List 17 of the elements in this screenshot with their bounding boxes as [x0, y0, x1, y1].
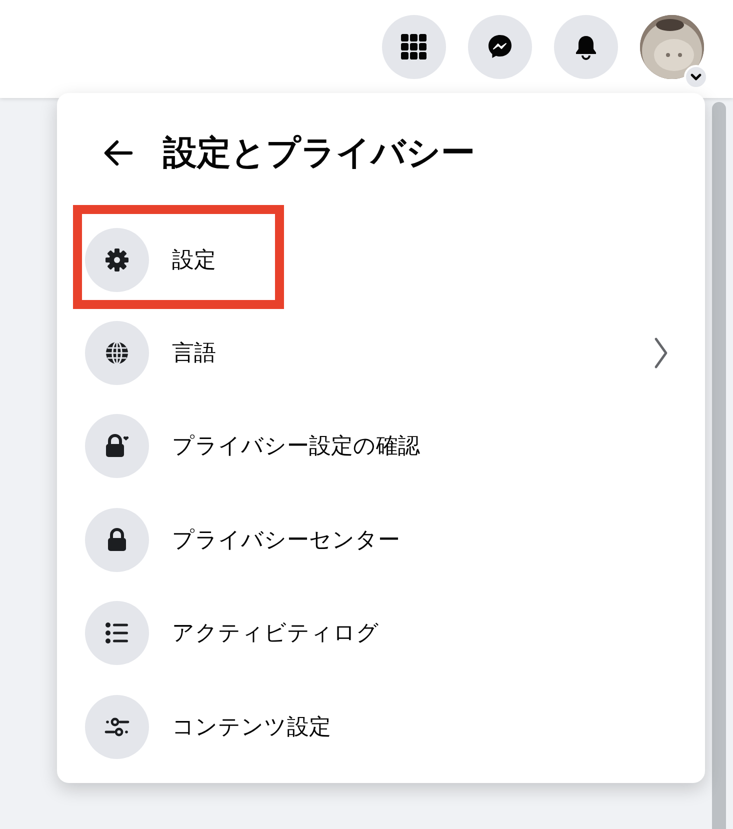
menu-item[interactable]: プライバシー設定の確認 [85, 400, 689, 494]
grid-icon [401, 34, 427, 60]
menu-item[interactable]: 言語 [85, 306, 689, 400]
chevron-down-icon [690, 73, 702, 81]
gear-icon [104, 246, 130, 273]
menu-item[interactable]: プライバシーセンター [85, 493, 689, 587]
menu-title: 設定とプライバシー [163, 132, 475, 175]
menu-item[interactable]: アクティビティログ [85, 586, 689, 680]
list-icon [104, 620, 130, 646]
messenger-icon [487, 34, 513, 60]
lock-heart-icon [104, 433, 130, 460]
back-arrow-icon [103, 140, 133, 166]
menu-item[interactable]: コンテンツ設定 [85, 680, 689, 774]
globe-icon [104, 340, 130, 366]
scrollbar[interactable] [712, 102, 726, 829]
bell-icon [573, 34, 599, 60]
menu-item[interactable]: 設定 [85, 213, 689, 306]
